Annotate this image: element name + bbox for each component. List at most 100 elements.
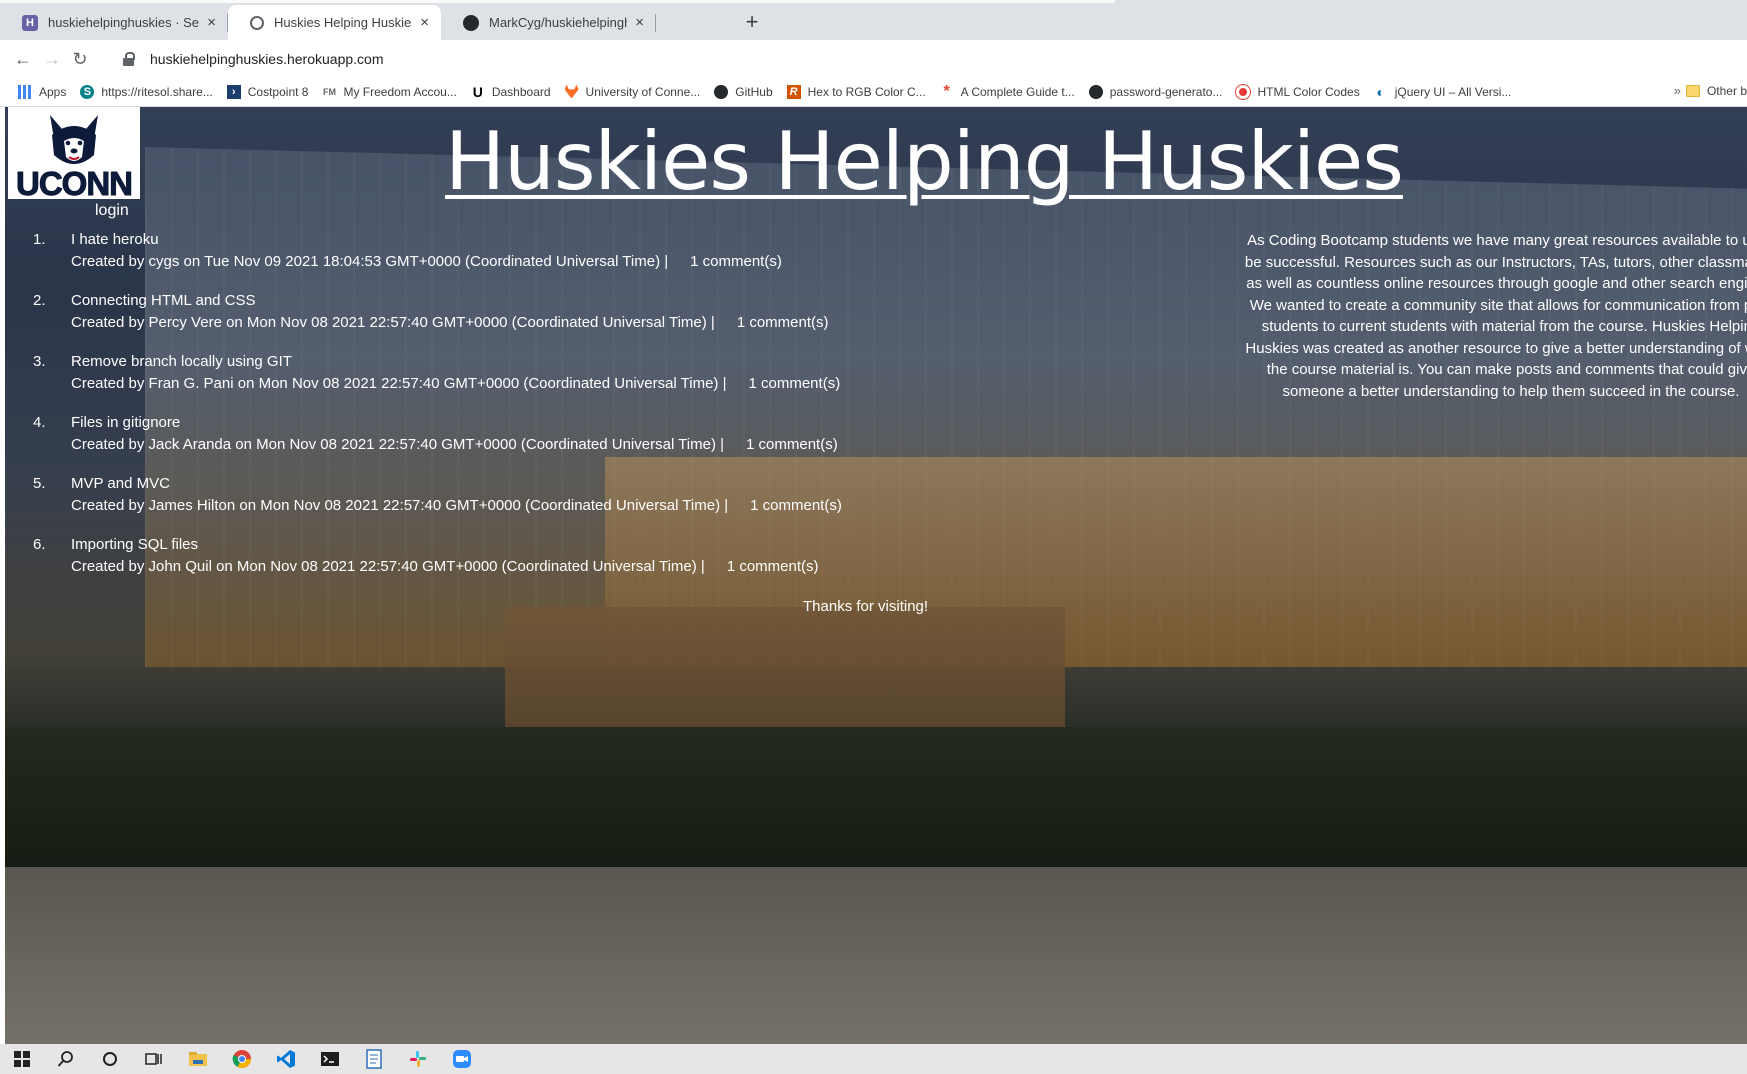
windows-taskbar xyxy=(0,1044,1747,1074)
post-number: 4. xyxy=(33,414,46,431)
reload-icon[interactable]: ↻ xyxy=(67,46,93,72)
husky-icon xyxy=(50,115,98,164)
fm-icon: FM xyxy=(322,86,336,97)
tab-huskies-helping-huskies[interactable]: Huskies Helping Huskies × xyxy=(228,5,441,40)
notepad-icon[interactable] xyxy=(352,1044,396,1074)
costpoint-icon: › xyxy=(226,84,241,99)
post-meta-text: Created by James Hilton on Mon Nov 08 20… xyxy=(71,497,729,514)
bookmark-label: Costpoint 8 xyxy=(247,84,309,99)
other-bookmarks-label: Other b xyxy=(1706,84,1747,98)
browser-toolbar: ← → ↻ huskiehelpinghuskies.herokuapp.com xyxy=(0,40,1747,77)
bookmark-label: jQuery UI – All Versi... xyxy=(1394,84,1512,99)
bookmark-jquery-ui[interactable]: ◐ jQuery UI – All Versi... xyxy=(1374,83,1512,100)
post-title-link[interactable]: Connecting HTML and CSS xyxy=(71,292,256,309)
asterisk-icon: * xyxy=(943,82,950,100)
post-meta-text: Created by Percy Vere on Mon Nov 08 2021… xyxy=(71,314,715,331)
bookmark-label: My Freedom Accou... xyxy=(343,84,457,99)
github-icon xyxy=(714,84,729,99)
bookmark-my-freedom[interactable]: FM My Freedom Accou... xyxy=(322,84,457,99)
heroku-icon: H xyxy=(22,14,38,31)
post-meta-text: Created by John Quil on Mon Nov 08 2021 … xyxy=(71,558,705,575)
more-bookmarks-chevron-icon[interactable]: » xyxy=(1674,83,1681,98)
bookmark-label: A Complete Guide t... xyxy=(960,84,1075,99)
post-number: 5. xyxy=(33,475,46,492)
browser-tab-strip: H huskiehelpinghuskies · Settings | × Hu… xyxy=(0,0,1747,40)
lock-icon[interactable] xyxy=(122,51,136,66)
u-icon: U xyxy=(472,83,483,100)
login-link[interactable]: login xyxy=(95,202,129,220)
bookmark-complete-guide[interactable]: * A Complete Guide t... xyxy=(940,82,1075,100)
bookmark-label: GitHub xyxy=(735,84,773,99)
footer-thanks: Thanks for visiting! xyxy=(803,598,929,615)
folder-icon xyxy=(1685,85,1700,97)
close-icon[interactable]: × xyxy=(420,14,429,31)
bookmark-label: password-generato... xyxy=(1109,84,1223,99)
bookmark-password-generator[interactable]: password-generato... xyxy=(1088,84,1223,99)
globe-icon xyxy=(250,15,264,30)
chrome-icon[interactable] xyxy=(220,1044,264,1074)
post-title-link[interactable]: I hate heroku xyxy=(71,231,159,248)
post-number: 1. xyxy=(33,231,46,248)
post-comments-link[interactable]: 1 comment(s) xyxy=(750,497,842,514)
post-meta: Created by James Hilton on Mon Nov 08 20… xyxy=(71,497,842,514)
page-content: UCONN Huskies Helping Huskies login 1. I… xyxy=(5,107,1747,1044)
post-meta: Created by Jack Aranda on Mon Nov 08 202… xyxy=(71,436,838,453)
bookmark-label: University of Conne... xyxy=(585,84,701,99)
post-number: 3. xyxy=(33,353,46,370)
bookmark-github[interactable]: GitHub xyxy=(714,84,773,99)
post-meta: Created by Fran G. Pani on Mon Nov 08 20… xyxy=(71,375,840,392)
address-bar[interactable]: huskiehelpinghuskies.herokuapp.com xyxy=(112,44,1732,73)
bookmark-label: HTML Color Codes xyxy=(1257,84,1360,99)
bookmark-html-color-codes[interactable]: HTML Color Codes xyxy=(1236,84,1360,99)
tab-heroku-settings[interactable]: H huskiehelpinghuskies · Settings | × xyxy=(0,5,228,40)
post-comments-link[interactable]: 1 comment(s) xyxy=(749,375,841,392)
logo-text: UCONN xyxy=(16,165,134,202)
post-meta: Created by John Quil on Mon Nov 08 2021 … xyxy=(71,558,819,575)
bookmark-costpoint[interactable]: › Costpoint 8 xyxy=(226,84,309,99)
tab-label: MarkCyg/huskiehelpinghuskies xyxy=(489,15,627,30)
bookmark-uconn[interactable]: University of Conne... xyxy=(564,84,701,99)
forward-icon[interactable]: → xyxy=(39,46,65,72)
post-meta-text: Created by Jack Aranda on Mon Nov 08 202… xyxy=(71,436,725,453)
windows-start-icon[interactable] xyxy=(0,1044,44,1074)
post-title-link[interactable]: Files in gitignore xyxy=(71,414,180,431)
terminal-icon[interactable] xyxy=(308,1044,352,1074)
new-tab-button[interactable]: + xyxy=(738,8,766,36)
vscode-icon[interactable] xyxy=(264,1044,308,1074)
post-meta: Created by cygs on Tue Nov 09 2021 18:04… xyxy=(71,253,782,270)
post-comments-link[interactable]: 1 comment(s) xyxy=(690,253,782,270)
post-title-link[interactable]: MVP and MVC xyxy=(71,475,170,492)
bookmarks-bar: Apps S https://ritesol.share... › Costpo… xyxy=(0,77,1747,107)
slack-icon[interactable] xyxy=(396,1044,440,1074)
bookmark-sharepoint[interactable]: S https://ritesol.share... xyxy=(80,84,213,99)
bookmark-hex-to-rgb[interactable]: R Hex to RGB Color C... xyxy=(786,84,926,99)
post-title-link[interactable]: Remove branch locally using GIT xyxy=(71,353,292,370)
jquery-icon: ◐ xyxy=(1376,83,1385,100)
file-explorer-icon[interactable] xyxy=(176,1044,220,1074)
apps-grid-icon xyxy=(18,84,32,99)
gitlab-icon xyxy=(564,84,579,99)
close-icon[interactable]: × xyxy=(635,14,644,31)
cortana-icon[interactable] xyxy=(88,1044,132,1074)
post-title-link[interactable]: Importing SQL files xyxy=(71,536,198,553)
url-text[interactable]: huskiehelpinghuskies.herokuapp.com xyxy=(150,51,383,67)
close-icon[interactable]: × xyxy=(207,14,216,31)
bookmark-label: Dashboard xyxy=(491,84,551,99)
about-paragraph: As Coding Bootcamp students we have many… xyxy=(1244,232,1747,400)
tab-label: Huskies Helping Huskies xyxy=(274,15,413,30)
zoom-icon[interactable] xyxy=(440,1044,484,1074)
task-view-icon[interactable] xyxy=(132,1044,176,1074)
post-comments-link[interactable]: 1 comment(s) xyxy=(737,314,829,331)
github-icon xyxy=(463,14,479,31)
search-icon[interactable] xyxy=(44,1044,88,1074)
bookmark-dashboard[interactable]: U Dashboard xyxy=(471,83,551,100)
tab-github-repo[interactable]: MarkCyg/huskiehelpinghuskies × xyxy=(441,5,656,40)
bookmark-label: Hex to RGB Color C... xyxy=(807,84,926,99)
post-comments-link[interactable]: 1 comment(s) xyxy=(746,436,838,453)
red-dot-icon xyxy=(1236,84,1251,99)
back-icon[interactable]: ← xyxy=(10,46,36,72)
page-title[interactable]: Huskies Helping Huskies xyxy=(445,115,1404,208)
other-bookmarks[interactable]: Other b xyxy=(1685,84,1747,98)
bookmark-apps[interactable]: Apps xyxy=(18,84,66,99)
post-comments-link[interactable]: 1 comment(s) xyxy=(727,558,819,575)
